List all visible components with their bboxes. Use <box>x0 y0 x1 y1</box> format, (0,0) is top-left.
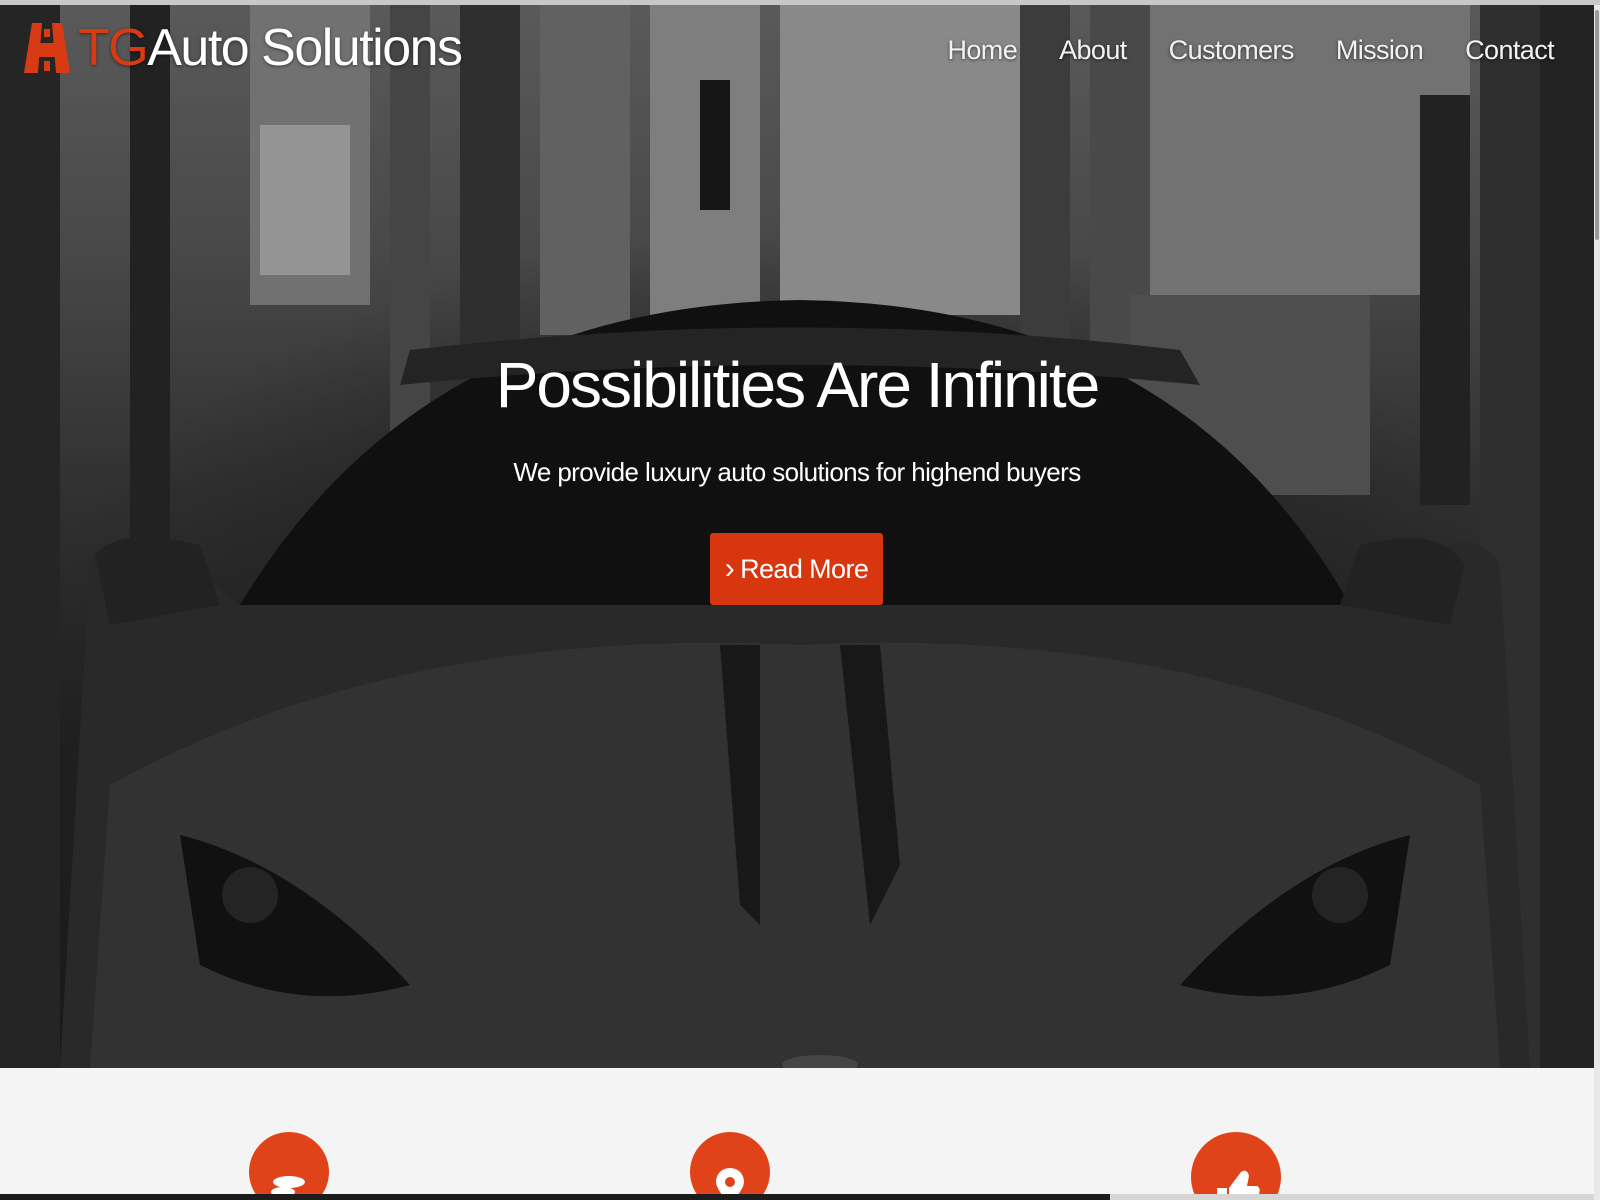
brand-name: TGAuto Solutions <box>78 19 463 77</box>
road-lane-icon <box>24 23 70 73</box>
nav-home[interactable]: Home <box>947 30 1017 70</box>
bottom-strip <box>0 1194 1594 1200</box>
thumbs-up-icon <box>1191 1132 1281 1194</box>
hero-subline: We provide luxury auto solutions for hig… <box>513 457 1081 487</box>
read-more-label: Read More <box>740 553 869 584</box>
read-more-button[interactable]: › Read More <box>710 533 883 605</box>
brand-name-accent: TG <box>78 19 149 77</box>
brand-name-rest: Auto Solutions <box>147 19 463 77</box>
bottom-strip-light <box>1110 1194 1594 1200</box>
map-pin-icon <box>690 1132 770 1194</box>
coins-icon <box>249 1132 329 1194</box>
hero-headline: Possibilities Are Infinite <box>495 349 1101 421</box>
nav-about[interactable]: About <box>1059 30 1127 70</box>
nav-mission[interactable]: Mission <box>1336 30 1424 70</box>
main-nav: Home About Customers Mission Contact <box>905 30 1554 70</box>
nav-customers[interactable]: Customers <box>1169 30 1295 70</box>
nav-contact[interactable]: Contact <box>1465 30 1554 70</box>
features-section <box>0 1068 1594 1194</box>
brand-logo[interactable]: TGAuto Solutions <box>24 17 463 79</box>
scrollbar-thumb[interactable] <box>1595 10 1599 240</box>
chevron-right-icon: › <box>724 552 735 585</box>
